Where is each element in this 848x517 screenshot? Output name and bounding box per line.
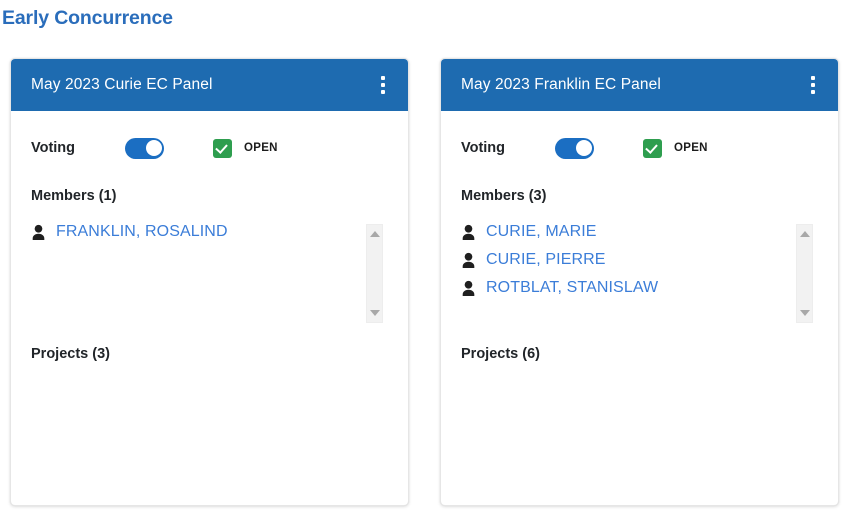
card-header: May 2023 Franklin EC Panel — [441, 59, 838, 111]
kebab-dot — [811, 90, 815, 94]
kebab-menu-icon[interactable] — [802, 70, 824, 100]
panel-card-franklin: May 2023 Franklin EC Panel Voting OPEN M… — [440, 58, 839, 506]
page-title: Early Concurrence — [2, 7, 173, 29]
kebab-menu-icon[interactable] — [372, 70, 394, 100]
list-item[interactable]: CURIE, PIERRE — [461, 246, 770, 274]
list-item[interactable]: ROTBLAT, STANISLAW — [461, 274, 770, 302]
person-icon — [462, 252, 475, 268]
panel-card-curie: May 2023 Curie EC Panel Voting OPEN Memb… — [10, 58, 409, 506]
members-scrollbar[interactable] — [366, 224, 383, 323]
members-heading: Members (1) — [31, 188, 117, 204]
member-name: CURIE, MARIE — [486, 223, 597, 240]
voting-row: Voting OPEN — [461, 129, 818, 167]
member-name: ROTBLAT, STANISLAW — [486, 279, 659, 296]
page-root: Early Concurrence May 2023 Curie EC Pane… — [0, 0, 848, 517]
voting-row: Voting OPEN — [31, 129, 388, 167]
voting-label: Voting — [461, 140, 506, 156]
card-title: May 2023 Franklin EC Panel — [461, 76, 661, 93]
scroll-up-arrow-icon[interactable] — [799, 231, 810, 237]
kebab-dot — [811, 76, 815, 80]
card-header: May 2023 Curie EC Panel — [11, 59, 408, 111]
member-name: CURIE, PIERRE — [486, 251, 606, 268]
kebab-dot — [811, 83, 815, 87]
projects-heading: Projects (6) — [461, 346, 540, 362]
members-scrollbar[interactable] — [796, 224, 813, 323]
voting-toggle[interactable] — [555, 137, 594, 159]
members-list: CURIE, MARIE CURIE, PIERRE ROTBLAT, STAN… — [461, 218, 770, 318]
members-list: FRANKLIN, ROSALIND — [31, 218, 340, 318]
projects-block: Projects (3) — [31, 346, 388, 362]
scroll-up-arrow-icon[interactable] — [369, 231, 380, 237]
toggle-knob — [575, 140, 592, 156]
status-group: OPEN — [643, 138, 708, 158]
kebab-dot — [381, 76, 385, 80]
card-title: May 2023 Curie EC Panel — [31, 76, 213, 93]
person-icon — [462, 280, 475, 296]
check-icon — [215, 140, 228, 154]
card-body: Voting OPEN Members (1) FRANKLIN, ROSALI… — [11, 129, 408, 505]
person-icon — [462, 224, 475, 240]
members-heading: Members (3) — [461, 188, 547, 204]
status-badge: OPEN — [674, 142, 708, 154]
scroll-down-arrow-icon[interactable] — [369, 310, 380, 316]
card-body: Voting OPEN Members (3) CURIE, MARIE CUR… — [441, 129, 838, 505]
voting-toggle[interactable] — [125, 137, 164, 159]
scroll-down-arrow-icon[interactable] — [799, 310, 810, 316]
member-name: FRANKLIN, ROSALIND — [56, 223, 228, 240]
members-list-container: FRANKLIN, ROSALIND — [31, 218, 388, 323]
open-status-checkbox[interactable] — [643, 138, 662, 158]
kebab-dot — [381, 83, 385, 87]
voting-label: Voting — [31, 140, 76, 156]
kebab-dot — [381, 90, 385, 94]
list-item[interactable]: CURIE, MARIE — [461, 218, 770, 246]
person-icon — [32, 224, 45, 240]
status-group: OPEN — [213, 138, 278, 158]
members-list-container: CURIE, MARIE CURIE, PIERRE ROTBLAT, STAN… — [461, 218, 818, 323]
toggle-knob — [145, 140, 162, 156]
list-item[interactable]: FRANKLIN, ROSALIND — [31, 218, 340, 246]
projects-heading: Projects (3) — [31, 346, 110, 362]
check-icon — [645, 140, 658, 154]
projects-block: Projects (6) — [461, 346, 818, 362]
open-status-checkbox[interactable] — [213, 138, 232, 158]
status-badge: OPEN — [244, 142, 278, 154]
